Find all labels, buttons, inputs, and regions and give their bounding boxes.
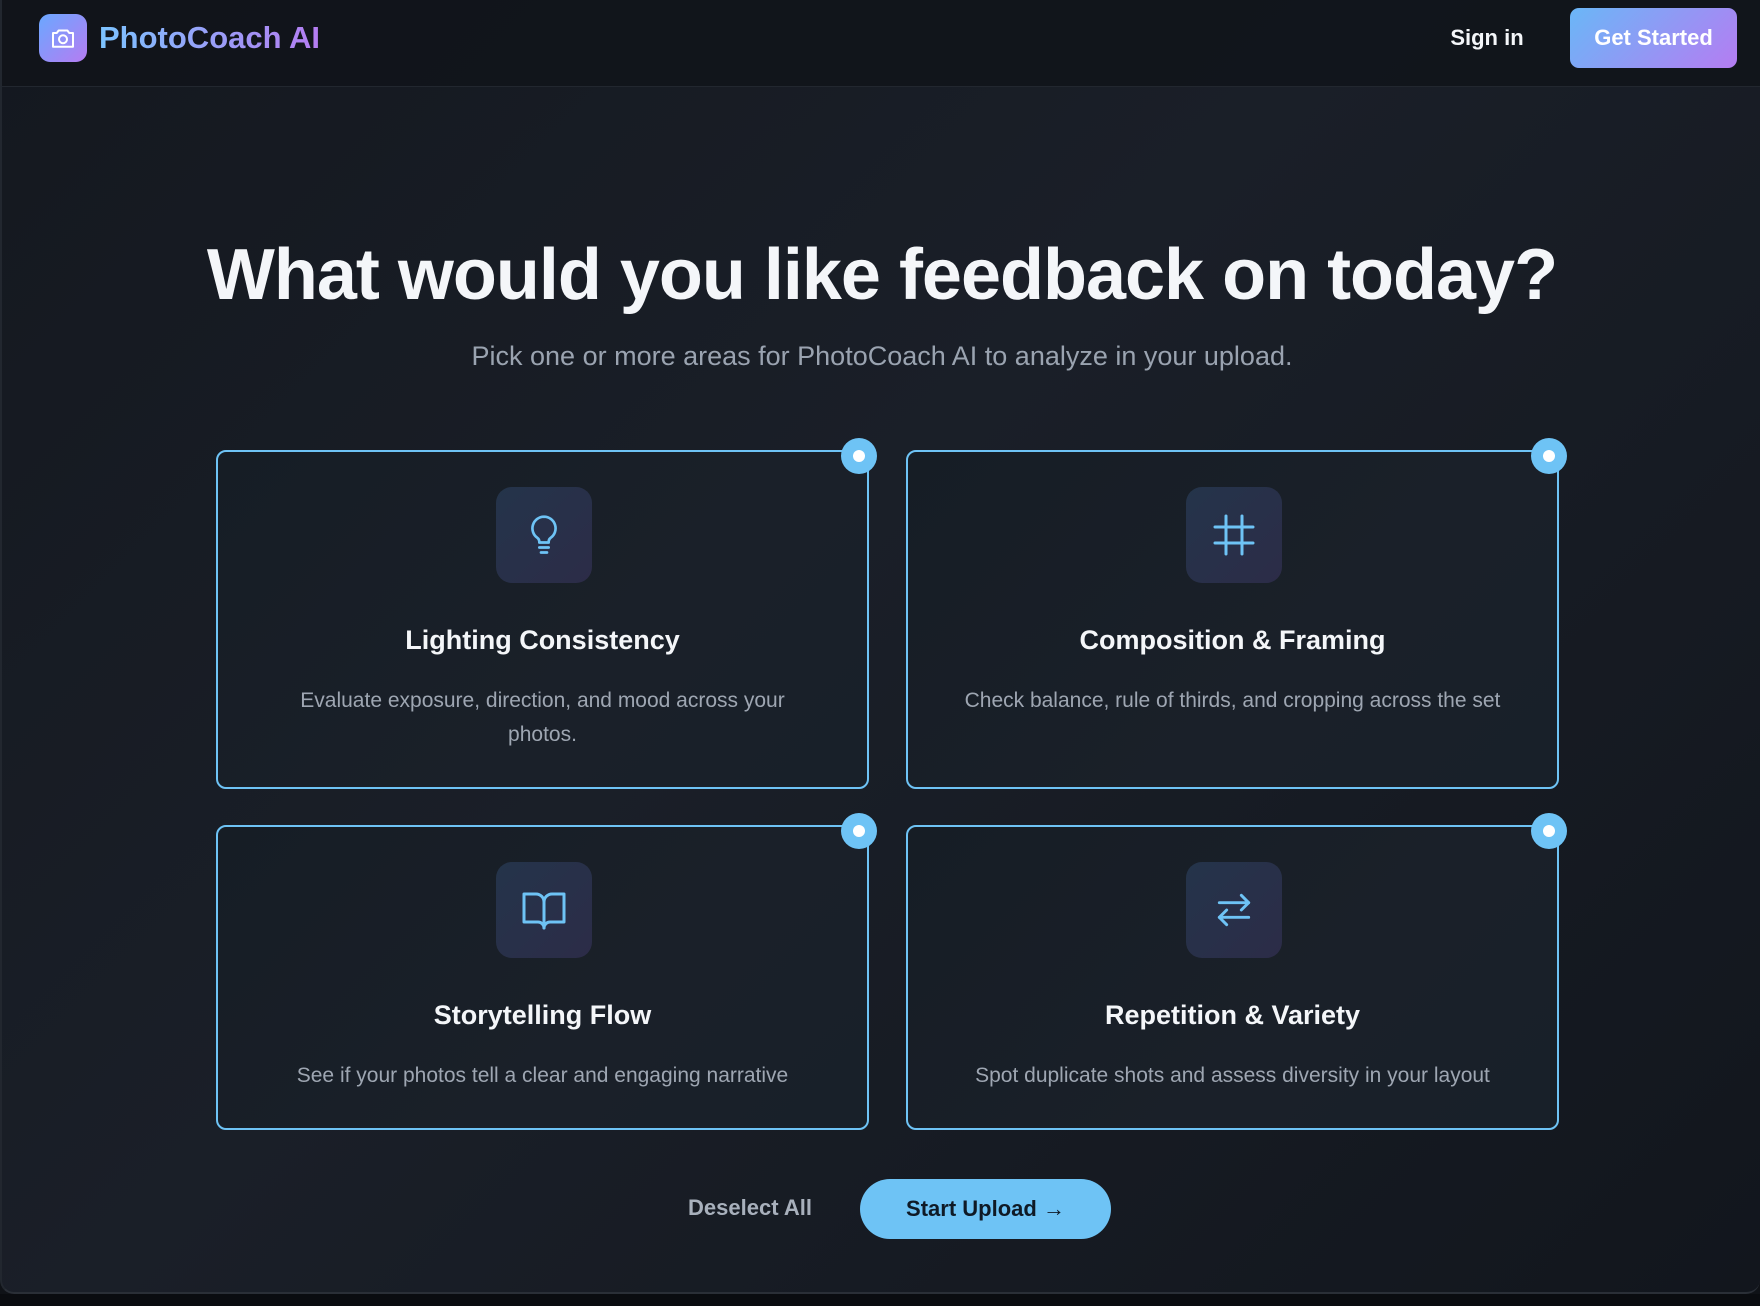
selected-indicator: [1531, 813, 1567, 849]
page-title: What would you like feedback on today?: [206, 235, 1558, 315]
option-icon-box: [496, 487, 592, 583]
option-title: Lighting Consistency: [405, 625, 680, 655]
page-subtitle: Pick one or more areas for PhotoCoach AI…: [471, 341, 1293, 371]
deselect-all-button[interactable]: Deselect All: [670, 1192, 830, 1224]
start-upload-button[interactable]: Start Upload →: [860, 1179, 1111, 1239]
option-icon-box: [1186, 487, 1282, 583]
book-open-icon: [522, 892, 566, 930]
window-bottom-edge: [0, 1294, 1760, 1306]
crop-frame-icon: [1213, 514, 1255, 556]
brand-logo[interactable]: [39, 14, 87, 62]
option-icon-box: [496, 862, 592, 958]
option-description: Evaluate exposure, direction, and mood a…: [300, 689, 785, 746]
option-icon-box: [1186, 862, 1282, 958]
option-card-repetition-variety[interactable]: Repetition & Variety Spot duplicate shot…: [906, 813, 1567, 1130]
selected-indicator: [841, 813, 877, 849]
option-title: Composition & Framing: [1079, 625, 1386, 655]
option-card-lighting-consistency[interactable]: Lighting Consistency Evaluate exposure, …: [216, 438, 877, 789]
option-card-storytelling-flow[interactable]: Storytelling Flow See if your photos tel…: [216, 813, 877, 1130]
option-title: Repetition & Variety: [1104, 1000, 1361, 1030]
camera-icon: [52, 29, 74, 48]
selected-indicator: [841, 438, 877, 474]
app-window: PhotoCoach AI Sign in Get Started What w…: [0, 0, 1760, 1294]
option-title: Storytelling Flow: [433, 1000, 652, 1030]
arrows-swap-icon: [1217, 893, 1251, 927]
option-card-composition-framing[interactable]: Composition & Framing Check balance, rul…: [906, 438, 1567, 789]
option-description: Spot duplicate shots and assess diversit…: [975, 1064, 1490, 1087]
option-description: See if your photos tell a clear and enga…: [296, 1064, 789, 1087]
get-started-button[interactable]: Get Started: [1570, 8, 1737, 68]
lightbulb-icon: [531, 515, 557, 554]
brand-name[interactable]: PhotoCoach AI: [99, 18, 320, 58]
selected-indicator: [1531, 438, 1567, 474]
sign-in-link[interactable]: Sign in: [1432, 20, 1542, 56]
option-description: Check balance, rule of thirds, and cropp…: [964, 689, 1501, 712]
top-nav: PhotoCoach AI Sign in Get Started: [2, 0, 1760, 87]
